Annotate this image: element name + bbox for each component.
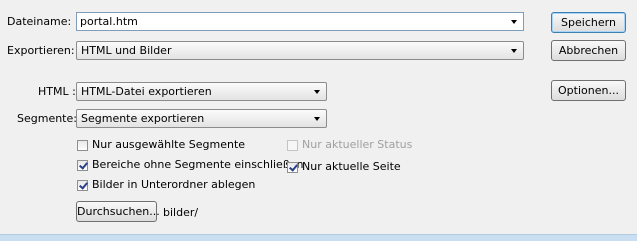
filename-label: Dateiname: — [7, 15, 72, 28]
export-select[interactable]: HTML und Bilder — [76, 41, 524, 60]
segments-dropdown-arrow-icon — [314, 117, 320, 121]
html-label: HTML : — [38, 85, 76, 98]
save-button[interactable]: Speichern — [551, 12, 626, 33]
html-value: HTML-Datei exportieren — [81, 85, 212, 98]
current-page-checkbox[interactable] — [287, 162, 298, 173]
html-dropdown-arrow-icon — [314, 90, 320, 94]
selected-segments-checkbox[interactable] — [77, 140, 88, 151]
cancel-button[interactable]: Abbrechen — [551, 40, 626, 61]
export-dropdown-arrow-icon — [511, 49, 517, 53]
filename-dropdown-arrow-icon[interactable] — [511, 20, 517, 24]
segments-value: Segmente exportieren — [81, 112, 205, 125]
images-subfolder-checkbox[interactable] — [77, 180, 88, 191]
segments-label: Segmente: — [17, 112, 77, 125]
export-value: HTML und Bilder — [81, 44, 172, 57]
browse-button[interactable]: Durchsuchen... — [76, 201, 160, 222]
folder-path: bilder/ — [163, 206, 199, 219]
filename-value: portal.htm — [80, 15, 138, 28]
export-label: Exportieren: — [7, 44, 75, 57]
images-subfolder-label: Bilder in Unterordner ablegen — [92, 178, 256, 191]
areas-without-segments-label: Bereiche ohne Segmente einschließen — [92, 158, 304, 171]
current-state-checkbox[interactable] — [287, 140, 298, 151]
filename-input[interactable]: portal.htm — [76, 12, 524, 31]
areas-without-segments-checkbox[interactable] — [77, 160, 88, 171]
segments-select[interactable]: Segmente exportieren — [76, 109, 327, 128]
current-page-label: Nur aktuelle Seite — [302, 160, 401, 173]
html-select[interactable]: HTML-Datei exportieren — [76, 82, 327, 101]
options-button[interactable]: Optionen... — [551, 80, 626, 101]
current-state-label: Nur aktueller Status — [302, 138, 413, 151]
selected-segments-label: Nur ausgewählte Segmente — [92, 138, 246, 151]
